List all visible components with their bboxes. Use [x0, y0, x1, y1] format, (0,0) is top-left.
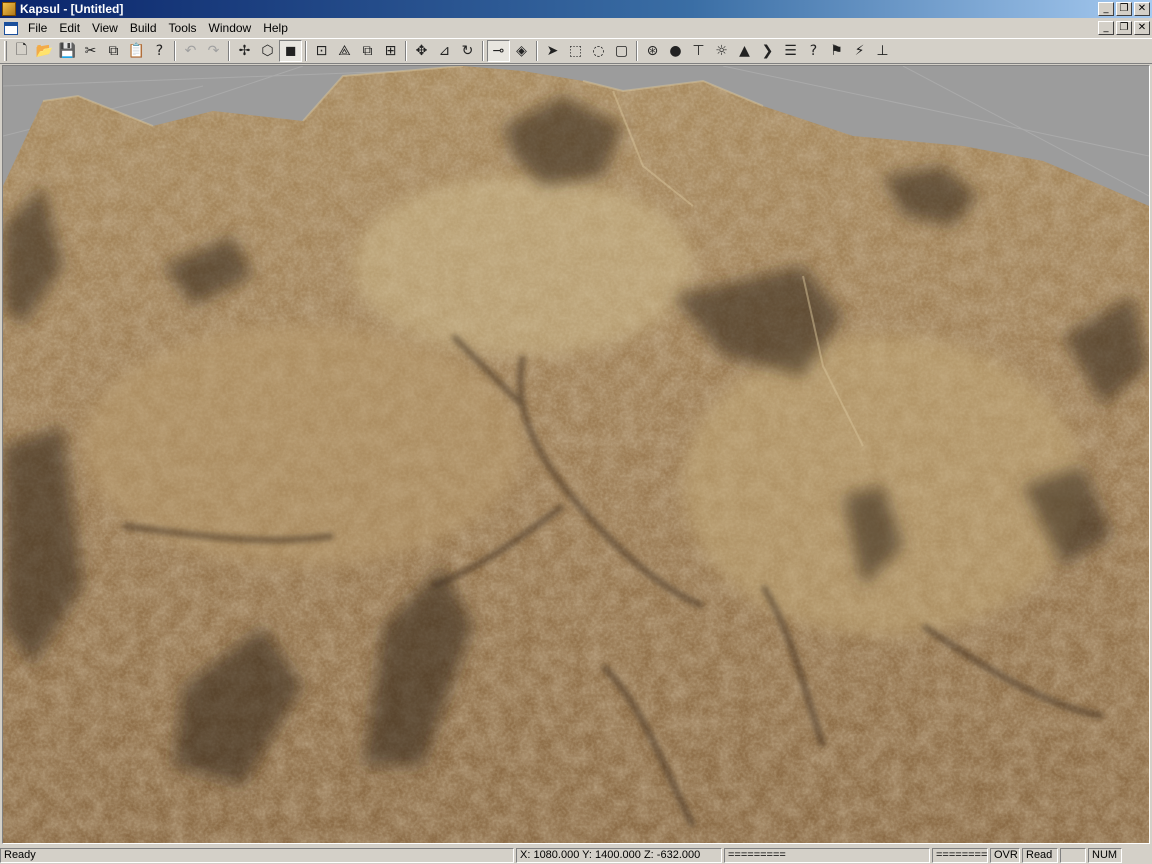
title-bar[interactable]: Kapsul - [Untitled] _ ❐ ✕: [0, 0, 1152, 18]
doc-close-button[interactable]: ✕: [1134, 21, 1150, 35]
group-icon[interactable]: ⊞: [379, 40, 402, 62]
status-progress-2: ========: [932, 847, 988, 863]
undo-icon[interactable]: ↶: [179, 40, 202, 62]
wireframe-cube-icon[interactable]: ⬡: [256, 40, 279, 62]
cut-icon[interactable]: ✂: [79, 40, 102, 62]
redo-icon[interactable]: ↷: [202, 40, 225, 62]
axis-icon[interactable]: ⟁: [333, 40, 356, 62]
move-icon[interactable]: ✥: [410, 40, 433, 62]
toolbar-grip[interactable]: [4, 41, 7, 61]
menu-tools[interactable]: Tools: [163, 19, 203, 37]
new-file-icon[interactable]: 🗋: [10, 40, 33, 62]
toolbar: 🗋 📂 💾 ✂ ⧉ 📋? ↶ ↷ ✢ ⬡ ◼ ⊡ ⟁ ⧉ ⊞ ✥ ⊿ ↻ ⊸ ◈ ➤ ⬚ ◌ ▢ ⊛ ● ⊤ ☼ ▲ ❯ ☰? ⚑ ⚡ ⊥: [0, 38, 1152, 64]
render-camera-icon[interactable]: ⊛: [641, 40, 664, 62]
help-icon[interactable]: ?: [802, 40, 825, 62]
flag-icon[interactable]: ⚑: [825, 40, 848, 62]
minimize-button[interactable]: _: [1098, 2, 1114, 16]
close-button[interactable]: ✕: [1134, 2, 1150, 16]
menu-view[interactable]: View: [86, 19, 124, 37]
notes-icon[interactable]: ☰: [779, 40, 802, 62]
toolbar-separator: [174, 41, 176, 61]
menu-help[interactable]: Help: [257, 19, 294, 37]
menu-bar: File Edit View Build Tools Window Help: [0, 18, 1152, 38]
status-bar: Ready X: 1080.000 Y: 1400.000 Z: -632.00…: [0, 846, 1152, 864]
status-message: Ready: [0, 847, 514, 863]
wand-icon[interactable]: ⚡: [848, 40, 871, 62]
doc-minimize-button[interactable]: _: [1098, 21, 1114, 35]
zoom-extents-icon[interactable]: ⊡: [310, 40, 333, 62]
camera-orbit-icon[interactable]: ◈: [510, 40, 533, 62]
status-num: NUM: [1088, 847, 1122, 863]
toolbar-separator: [305, 41, 307, 61]
status-coordinates: X: 1080.000 Y: 1400.000 Z: -632.000: [516, 847, 722, 863]
sphere-icon[interactable]: ●: [664, 40, 687, 62]
terrain-tool-icon[interactable]: ⊤: [687, 40, 710, 62]
solid-cube-icon[interactable]: ◼: [279, 40, 302, 62]
copy-icon[interactable]: ⧉: [102, 40, 125, 62]
toolbar-separator: [636, 41, 638, 61]
toolbar-separator: [536, 41, 538, 61]
window-title: Kapsul - [Untitled]: [20, 2, 124, 16]
toolbar-separator: [482, 41, 484, 61]
rotate-icon[interactable]: ↻: [456, 40, 479, 62]
save-icon[interactable]: 💾: [56, 40, 79, 62]
open-folder-icon[interactable]: 📂: [33, 40, 56, 62]
terrain-render: [3, 66, 1149, 843]
status-caps: [1060, 847, 1086, 863]
mountain-icon[interactable]: ▲: [733, 40, 756, 62]
status-progress-1: =========: [724, 847, 930, 863]
document-icon[interactable]: [4, 21, 18, 35]
paste-icon[interactable]: 📋: [125, 40, 148, 62]
script-icon[interactable]: ❯: [756, 40, 779, 62]
app-icon[interactable]: [2, 2, 16, 16]
select-circle-icon[interactable]: ◌: [587, 40, 610, 62]
light-icon[interactable]: ☼: [710, 40, 733, 62]
status-ovr: OVR: [990, 847, 1020, 863]
window-controls: _ ❐ ✕: [1098, 2, 1150, 16]
measure-icon[interactable]: ⊥: [871, 40, 894, 62]
3d-viewport[interactable]: [2, 65, 1150, 844]
duplicate-icon[interactable]: ⧉: [356, 40, 379, 62]
menu-build[interactable]: Build: [124, 19, 163, 37]
camera-track-icon[interactable]: ⊸: [487, 40, 510, 62]
menu-edit[interactable]: Edit: [53, 19, 86, 37]
snap-vertex-icon[interactable]: ✢: [233, 40, 256, 62]
menu-file[interactable]: File: [22, 19, 53, 37]
document-controls: _ ❐ ✕: [1098, 21, 1150, 35]
toolbar-separator: [228, 41, 230, 61]
select-region-icon[interactable]: ▢: [610, 40, 633, 62]
restore-button[interactable]: ❐: [1116, 2, 1132, 16]
doc-restore-button[interactable]: ❐: [1116, 21, 1132, 35]
status-read: Read: [1022, 847, 1058, 863]
menu-window[interactable]: Window: [203, 19, 258, 37]
select-box-icon[interactable]: ⬚: [564, 40, 587, 62]
select-arrow-icon[interactable]: ➤: [541, 40, 564, 62]
scale-icon[interactable]: ⊿: [433, 40, 456, 62]
toolbar-separator: [405, 41, 407, 61]
help-context-icon[interactable]: ?: [148, 40, 171, 62]
